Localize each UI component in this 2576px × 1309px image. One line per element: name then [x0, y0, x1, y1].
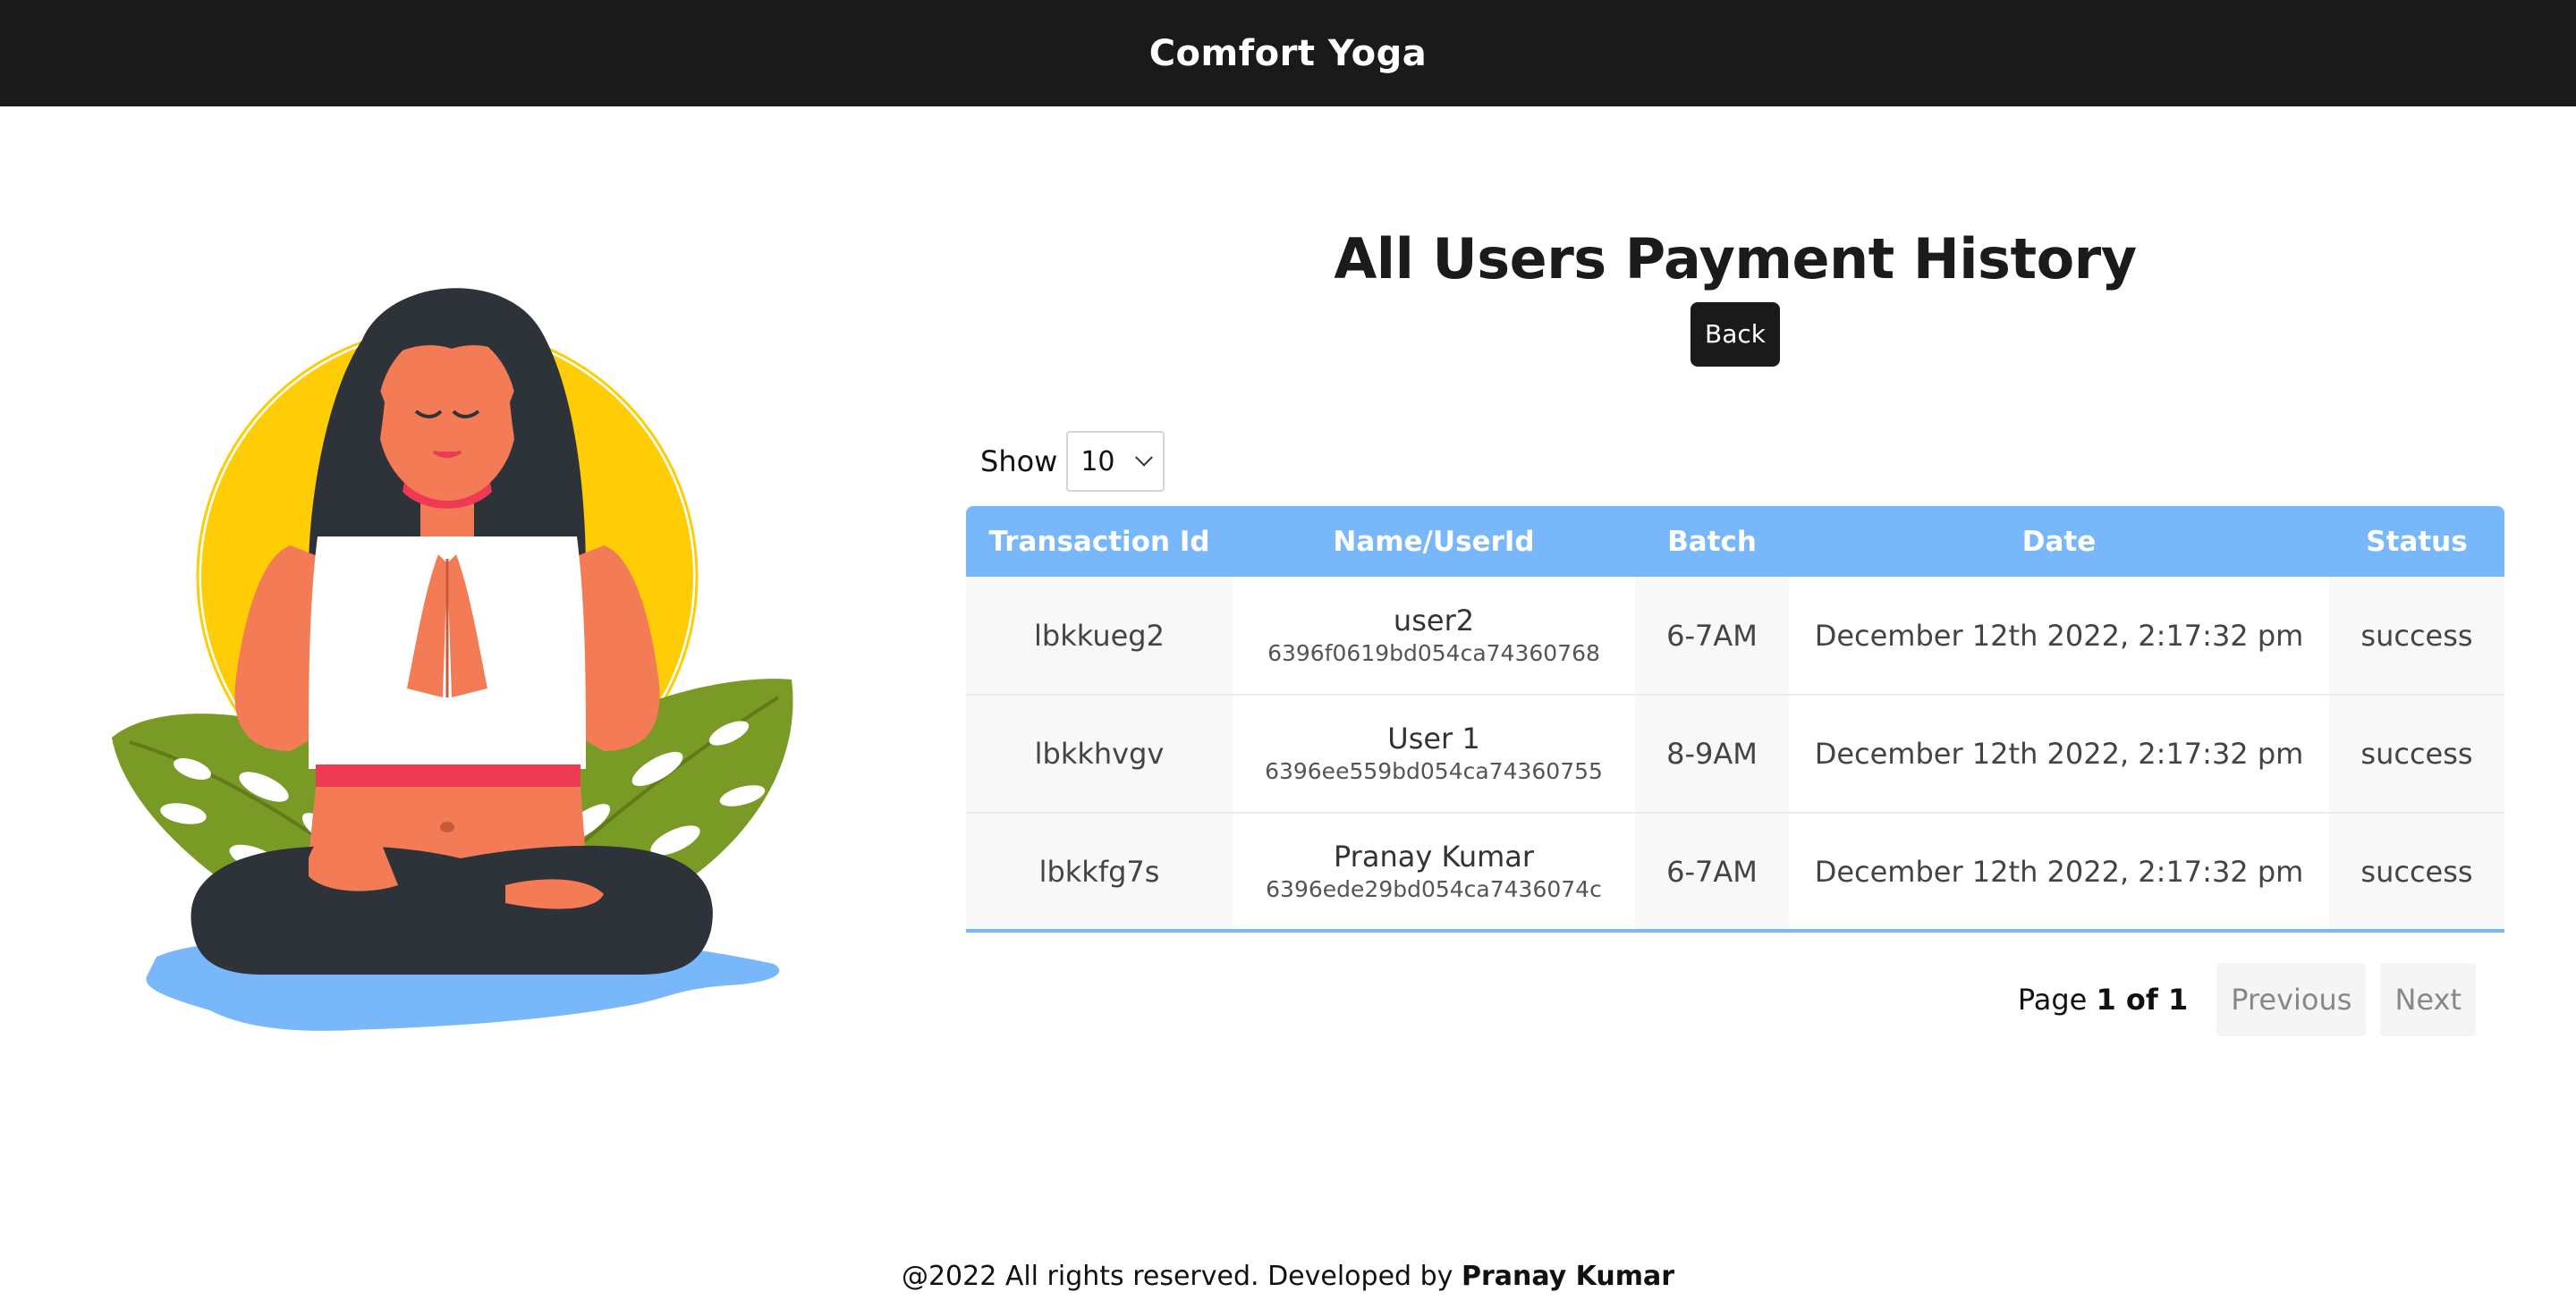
- previous-button[interactable]: Previous: [2216, 963, 2367, 1036]
- date-cell: December 12th 2022, 2:17:32 pm: [1789, 577, 2329, 696]
- date-cell: December 12th 2022, 2:17:32 pm: [1789, 695, 2329, 814]
- transaction-id-cell: lbkkueg2: [966, 577, 1233, 696]
- page-number: 1 of 1: [2096, 983, 2189, 1017]
- page-size-select[interactable]: 10: [1066, 431, 1165, 492]
- table-header-row: Transaction Id Name/UserId Batch Date St…: [966, 506, 2504, 577]
- name-userid-cell: user2 6396f0619bd054ca74360768: [1233, 577, 1635, 696]
- user-id: 6396ee559bd054ca74360755: [1265, 758, 1603, 784]
- col-status: Status: [2329, 506, 2504, 577]
- face: [377, 331, 517, 501]
- user-id: 6396ede29bd054ca7436074c: [1266, 875, 1602, 902]
- transaction-id-cell: lbkkfg7s: [966, 813, 1233, 933]
- crossed-legs: [191, 845, 713, 975]
- footer-text: @2022 All rights reserved. Developed by: [901, 1261, 1453, 1292]
- col-date: Date: [1789, 506, 2329, 577]
- table-row: lbkkueg2 user2 6396f0619bd054ca74360768 …: [966, 577, 2504, 696]
- user-id: 6396f0619bd054ca74360768: [1267, 639, 1600, 666]
- pagination: Page 1 of 1 Previous Next: [966, 963, 2504, 1036]
- page-title: All Users Payment History: [1334, 226, 2137, 291]
- user-name: User 1: [1387, 722, 1480, 756]
- user-name: Pranay Kumar: [1333, 839, 1535, 874]
- user-name: user2: [1393, 603, 1475, 638]
- col-name-userid: Name/UserId: [1233, 506, 1635, 577]
- col-transaction-id: Transaction Id: [966, 506, 1233, 577]
- table-row: lbkkhvgv User 1 6396ee559bd054ca74360755…: [966, 695, 2504, 814]
- page-size-value: 10: [1080, 445, 1115, 477]
- batch-cell: 6-7AM: [1635, 813, 1789, 933]
- payment-history-panel: All Users Payment History Back Show 10 T…: [966, 206, 2504, 1036]
- name-userid-cell: User 1 6396ee559bd054ca74360755: [1233, 695, 1635, 814]
- page-size-control: Show 10: [980, 431, 2504, 492]
- payment-table: Transaction Id Name/UserId Batch Date St…: [966, 506, 2504, 933]
- table-row: lbkkfg7s Pranay Kumar 6396ede29bd054ca74…: [966, 813, 2504, 933]
- chevron-down-icon: [1135, 448, 1154, 467]
- page-indicator: Page 1 of 1: [2017, 983, 2189, 1017]
- status-cell: success: [2329, 577, 2504, 696]
- batch-cell: 6-7AM: [1635, 577, 1789, 696]
- yoga-woman-illustration: [85, 268, 809, 1055]
- brand-title[interactable]: Comfort Yoga: [1149, 33, 1428, 74]
- status-cell: success: [2329, 695, 2504, 814]
- next-button[interactable]: Next: [2380, 963, 2476, 1036]
- back-button[interactable]: Back: [1690, 302, 1780, 367]
- status-cell: success: [2329, 813, 2504, 933]
- top-navbar: Comfort Yoga: [0, 0, 2576, 106]
- date-cell: December 12th 2022, 2:17:32 pm: [1789, 813, 2329, 933]
- footer-author: Pranay Kumar: [1461, 1261, 1675, 1292]
- name-userid-cell: Pranay Kumar 6396ede29bd054ca7436074c: [1233, 813, 1635, 933]
- show-label: Show: [980, 444, 1058, 478]
- batch-cell: 8-9AM: [1635, 695, 1789, 814]
- transaction-id-cell: lbkkhvgv: [966, 695, 1233, 814]
- footer: @2022 All rights reserved. Developed by …: [0, 1261, 2576, 1292]
- col-batch: Batch: [1635, 506, 1789, 577]
